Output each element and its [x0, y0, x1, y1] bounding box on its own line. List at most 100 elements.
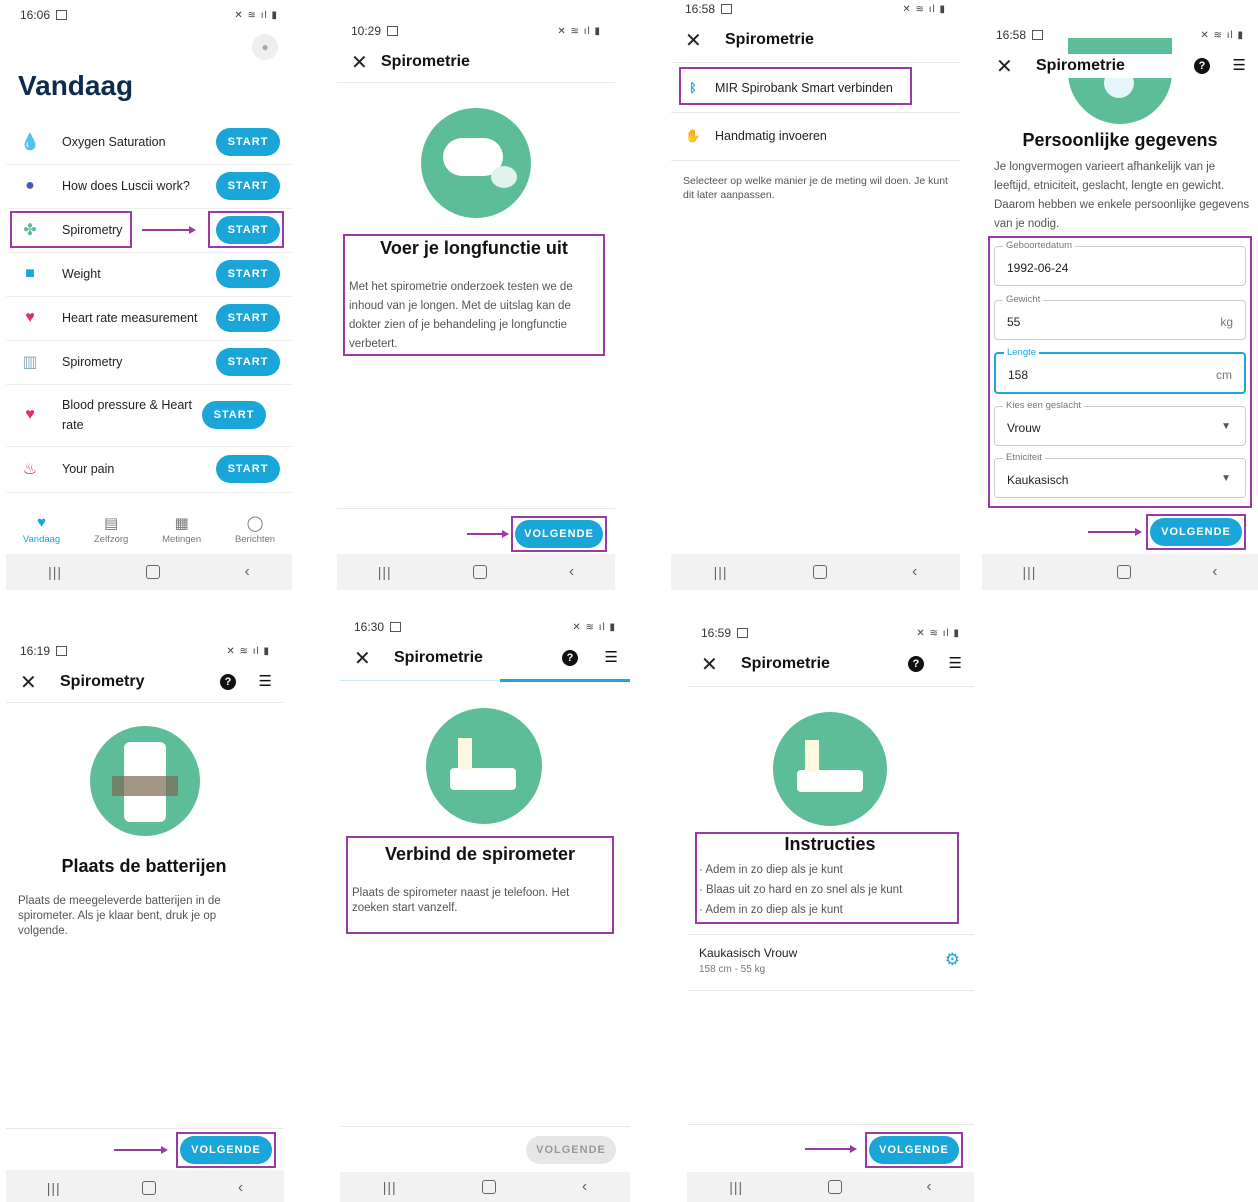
settings-sliders-icon[interactable]: ☰ — [605, 648, 618, 666]
list-item[interactable]: ● How does Luscii work? START — [6, 164, 292, 209]
close-icon[interactable]: ✕ — [996, 54, 1026, 79]
help-icon[interactable]: ? — [562, 650, 578, 666]
close-icon[interactable]: ✕ — [20, 670, 50, 695]
signal-battery-icon: ✕ ≋ ıl ▮ — [1200, 29, 1244, 41]
close-icon[interactable]: ✕ — [351, 50, 381, 75]
start-button[interactable]: START — [216, 455, 280, 483]
list-item-label: Weight — [62, 267, 101, 281]
annotation-arrow — [467, 530, 509, 537]
gallery-status-icon — [387, 26, 399, 36]
android-nav-bar: ||| ‹ — [6, 554, 292, 590]
android-nav-bar: ||| ‹ — [340, 1172, 630, 1202]
start-button[interactable]: START — [216, 172, 280, 200]
status-time: 16:19 — [20, 644, 51, 658]
recents-button[interactable]: ||| — [378, 564, 392, 580]
recents-button[interactable]: ||| — [47, 1180, 61, 1196]
ethnicity-select[interactable]: Etniciteit Kaukasisch ▼ — [994, 452, 1246, 498]
field-label: Etniciteit — [1003, 452, 1045, 463]
home-button[interactable] — [146, 565, 161, 579]
battery-illustration — [90, 726, 200, 836]
recents-button[interactable]: ||| — [383, 1179, 397, 1195]
back-button[interactable]: ‹ — [912, 563, 917, 581]
field-value: 1992-06-24 — [1007, 261, 1069, 275]
list-item[interactable]: ♥ Heart rate measurement START — [6, 296, 292, 341]
tab-zelfzorg[interactable]: ▤ Zelfzorg — [94, 514, 128, 545]
start-button[interactable]: START — [216, 128, 280, 156]
back-button[interactable]: ‹ — [582, 1178, 587, 1196]
recents-button[interactable]: ||| — [1022, 564, 1036, 580]
method-label: Handmatig invoeren — [715, 129, 827, 143]
dropdown-caret-icon: ▼ — [1221, 421, 1231, 432]
recents-button[interactable]: ||| — [48, 564, 62, 580]
next-button[interactable]: VOLGENDE — [180, 1136, 272, 1164]
start-button[interactable]: START — [216, 260, 280, 288]
home-button[interactable] — [812, 565, 827, 579]
screen-vandaag: 16:06 ✕ ≋ ıl ▮ ● Vandaag 💧 Oxygen Satura… — [6, 0, 292, 590]
back-button[interactable]: ‹ — [569, 563, 574, 581]
list-item[interactable]: ■ Weight START — [6, 252, 292, 297]
annotation-box — [679, 67, 912, 105]
home-button[interactable] — [482, 1180, 497, 1194]
dropdown-caret-icon: ▼ — [1221, 473, 1231, 484]
next-button[interactable]: VOLGENDE — [869, 1136, 959, 1164]
recents-button[interactable]: ||| — [714, 564, 728, 580]
field-label: Gewicht — [1003, 294, 1044, 305]
tab-label: Metingen — [162, 534, 202, 545]
start-button[interactable]: START — [216, 348, 280, 376]
list-item[interactable]: ♨ Your pain START — [6, 446, 292, 493]
tab-label: Zelfzorg — [93, 534, 129, 545]
close-icon[interactable]: ✕ — [685, 28, 715, 53]
settings-sliders-icon[interactable]: ☰ — [259, 672, 272, 690]
tab-metingen[interactable]: ▦ Metingen — [162, 514, 201, 545]
avatar[interactable]: ● — [252, 34, 278, 60]
signal-battery-icon: ✕ ≋ ıl ▮ — [226, 645, 270, 657]
chart-tab-icon: ▦ — [174, 515, 189, 532]
header-divider — [337, 82, 615, 83]
settings-sliders-icon[interactable]: ☰ — [949, 654, 962, 672]
back-button[interactable]: ‹ — [926, 1178, 931, 1196]
app-header: ✕ Spirometry ? ☰ — [6, 670, 284, 694]
screen-heading: Voer je longfunctie uit — [380, 238, 568, 258]
weight-field[interactable]: Gewicht 55 kg — [994, 294, 1246, 340]
header-title: Spirometrie — [1036, 57, 1125, 74]
next-button[interactable]: VOLGENDE — [526, 1136, 616, 1164]
screen-body: Plaats de meegeleverde batterijen in de … — [18, 895, 221, 937]
start-button[interactable]: START — [202, 401, 266, 429]
next-button[interactable]: VOLGENDE — [515, 520, 603, 548]
field-unit: cm — [1216, 368, 1232, 382]
home-button[interactable] — [473, 565, 488, 579]
close-icon[interactable]: ✕ — [701, 652, 731, 677]
status-time: 16:59 — [701, 626, 732, 640]
list-item[interactable]: 💧 Oxygen Saturation START — [6, 120, 292, 165]
start-button[interactable]: START — [216, 304, 280, 332]
birthdate-field[interactable]: Geboortedatum 1992-06-24 — [994, 240, 1246, 286]
next-button[interactable]: VOLGENDE — [1150, 518, 1242, 546]
status-bar: 16:30 ✕ ≋ ıl ▮ — [354, 620, 616, 634]
back-button[interactable]: ‹ — [238, 1179, 243, 1197]
help-icon[interactable]: ? — [908, 656, 924, 672]
home-button[interactable] — [827, 1180, 842, 1194]
tab-berichten[interactable]: ◯ Berichten — [235, 514, 275, 545]
screen-heading: Persoonlijke gegevens — [1022, 130, 1218, 150]
list-divider — [687, 934, 974, 935]
help-icon[interactable]: ? — [1194, 58, 1210, 74]
gender-select[interactable]: Kies een geslacht Vrouw ▼ — [994, 400, 1246, 446]
home-button[interactable] — [1117, 565, 1132, 579]
help-icon[interactable]: ? — [220, 674, 236, 690]
close-icon[interactable]: ✕ — [354, 646, 384, 671]
lightbulb-icon: ● — [25, 177, 35, 194]
list-item[interactable]: ▥ Spirometry START — [6, 340, 292, 385]
android-nav-bar: ||| ‹ — [337, 554, 615, 590]
method-manual[interactable]: ✋ Handmatig invoeren — [671, 120, 960, 152]
settings-gear-icon[interactable]: ⚙ — [945, 950, 960, 970]
list-item[interactable]: ♥ Blood pressure & Heart rate START — [6, 384, 292, 447]
status-time: 16:58 — [685, 2, 716, 16]
settings-sliders-icon[interactable]: ☰ — [1233, 56, 1246, 74]
height-field[interactable]: Lengte 158 cm — [994, 347, 1246, 394]
back-button[interactable]: ‹ — [1212, 563, 1217, 581]
back-button[interactable]: ‹ — [245, 563, 250, 581]
instruction-item: · Blaas uit zo hard en zo snel als je ku… — [699, 884, 903, 896]
home-button[interactable] — [142, 1181, 157, 1195]
tab-vandaag[interactable]: ♥ Vandaag — [23, 514, 60, 545]
recents-button[interactable]: ||| — [729, 1179, 743, 1195]
